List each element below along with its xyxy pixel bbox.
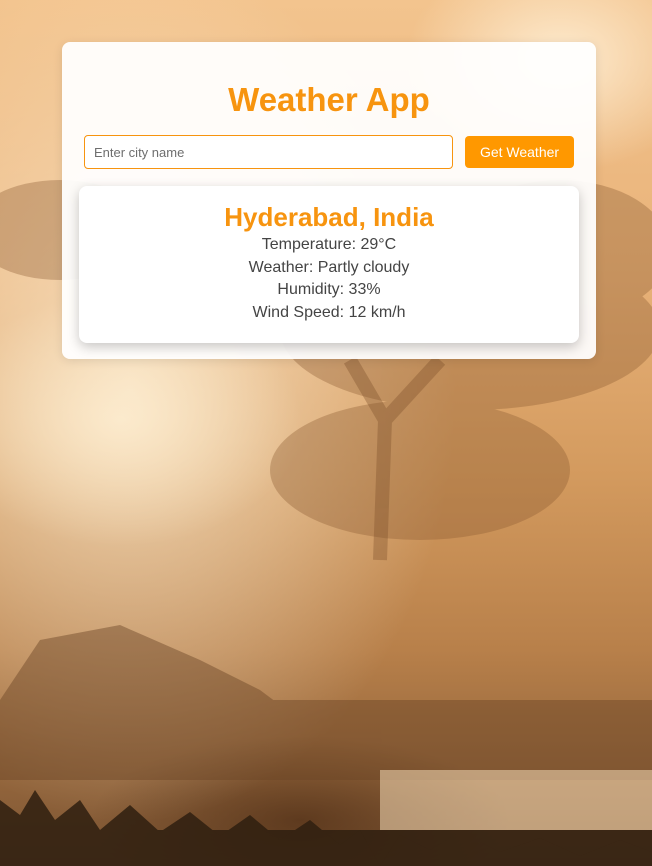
wind-speed-text: Wind Speed: 12 km/h bbox=[252, 303, 406, 321]
weather-card: Weather App Get Weather Hyderabad, India… bbox=[62, 42, 596, 359]
weather-result-panel: Hyderabad, India Temperature: 29°C Weath… bbox=[79, 186, 579, 343]
temperature-text: Temperature: 29°C bbox=[261, 236, 397, 253]
city-name: Hyderabad, India bbox=[224, 202, 434, 232]
get-weather-button[interactable]: Get Weather bbox=[465, 136, 574, 168]
app-title: Weather App bbox=[228, 81, 430, 118]
humidity-text: Humidity: 33% bbox=[277, 281, 381, 298]
weather-condition-text: Weather: Partly cloudy bbox=[248, 258, 410, 276]
city-search-input[interactable] bbox=[84, 135, 453, 169]
